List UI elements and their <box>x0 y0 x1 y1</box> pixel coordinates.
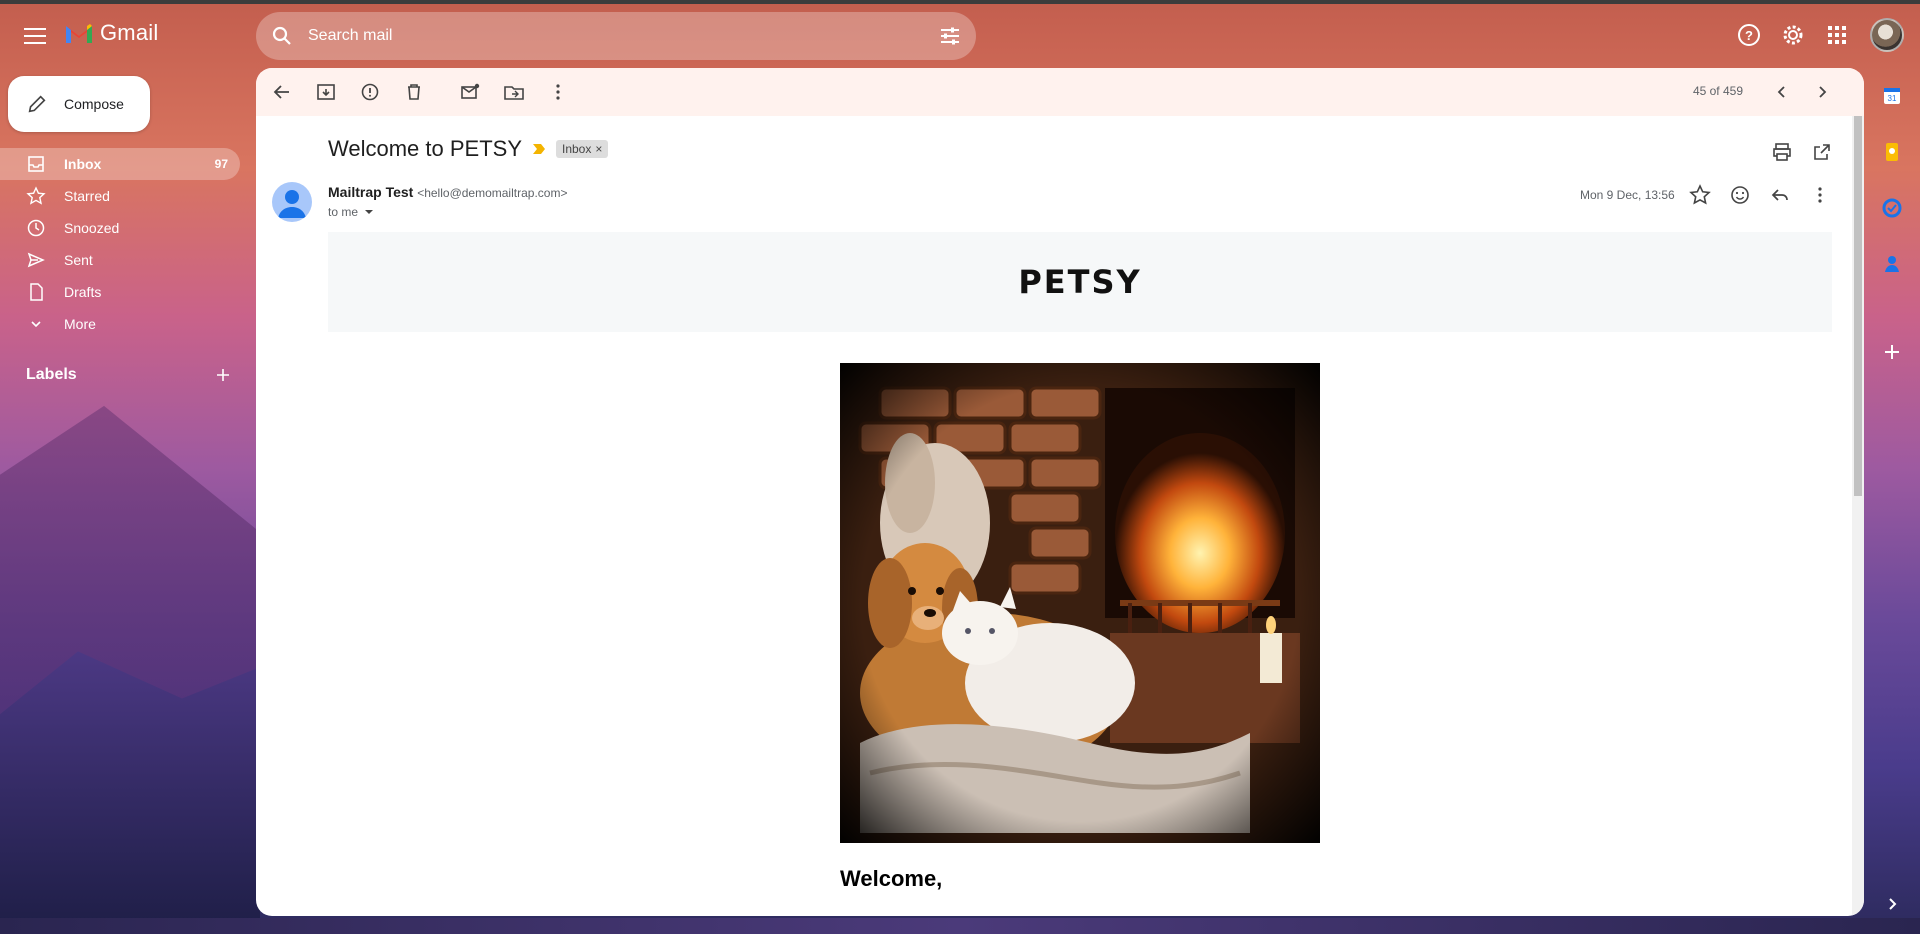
search-bar[interactable]: Search mail <box>256 12 976 60</box>
archive-icon[interactable] <box>314 80 338 104</box>
settings-gear-icon[interactable] <box>1780 22 1806 48</box>
sender-name[interactable]: Mailtrap Test <box>328 184 413 200</box>
add-addon-icon[interactable] <box>1880 340 1904 364</box>
hero-illustration <box>840 363 1320 843</box>
gmail-m-icon <box>66 24 92 43</box>
menu-bar <box>24 35 46 37</box>
gmail-logo[interactable]: Gmail <box>64 20 158 46</box>
apps-grid-icon[interactable] <box>1824 22 1850 48</box>
sender-avatar[interactable] <box>272 182 312 222</box>
app-name: Gmail <box>100 20 159 45</box>
contacts-icon[interactable] <box>1880 252 1904 276</box>
message-scrollbar[interactable] <box>1852 116 1864 916</box>
pagination-text: 45 of 459 <box>1692 84 1743 98</box>
search-icon[interactable] <box>270 24 294 48</box>
background-bottom <box>0 918 1920 934</box>
message-toolbar: 45 of 459 <box>256 68 1864 116</box>
hero-image-dog-cat-fireplace <box>840 363 1320 843</box>
sender-email: <hello@demomailtrap.com> <box>417 186 568 200</box>
sender-line: Mailtrap Test <hello@demomailtrap.com> <box>328 184 567 200</box>
label-chip-inbox[interactable]: Inbox × <box>556 140 609 158</box>
reply-icon[interactable] <box>1768 183 1792 207</box>
menu-bar <box>24 42 46 44</box>
unread-count: 97 <box>214 157 228 171</box>
chevron-right-icon[interactable] <box>1810 80 1834 104</box>
sidebar-item-snoozed[interactable]: Snoozed <box>0 212 240 244</box>
person-icon <box>278 190 306 218</box>
send-icon <box>27 252 45 268</box>
clock-icon <box>27 219 45 237</box>
report-spam-icon[interactable] <box>358 80 382 104</box>
calendar-icon[interactable]: 31 <box>1880 84 1904 108</box>
scrollbar-thumb[interactable] <box>1854 116 1862 496</box>
chevron-left-icon[interactable] <box>1770 80 1794 104</box>
recipient-details[interactable]: to me <box>328 205 374 219</box>
sidebar-item-inbox[interactable]: Inbox 97 <box>0 148 240 180</box>
email-greeting: Welcome, <box>840 866 943 891</box>
message-more-icon[interactable] <box>1808 183 1832 207</box>
subject-row: Welcome to PETSY Inbox × <box>328 136 609 162</box>
importance-marker-icon[interactable] <box>532 143 546 155</box>
remove-label-icon[interactable]: × <box>595 142 602 156</box>
email-subject: Welcome to PETSY <box>328 136 522 161</box>
pencil-icon <box>28 95 46 113</box>
back-arrow-icon[interactable] <box>270 80 294 104</box>
star-icon <box>26 186 46 205</box>
menu-bar <box>24 28 46 30</box>
message-panel: 45 of 459 Welcome to PETSY Inbox × Mailt… <box>256 68 1864 916</box>
sidebar-item-starred[interactable]: Starred <box>0 180 240 212</box>
sidebar-nav: Inbox 97 Starred Snoozed Sent Drafts Mor… <box>0 148 240 340</box>
help-icon[interactable]: ? <box>1736 22 1762 48</box>
inbox-icon <box>28 156 44 172</box>
email-brand-banner: PETSY <box>328 232 1832 332</box>
compose-label: Compose <box>64 96 124 112</box>
sidebar-item-label: Snoozed <box>64 220 120 236</box>
email-date: Mon 9 Dec, 13:56 <box>1580 188 1675 202</box>
search-options-icon[interactable] <box>938 24 962 48</box>
emoji-reaction-icon[interactable] <box>1728 183 1752 207</box>
move-to-folder-icon[interactable] <box>502 80 526 104</box>
search-input[interactable]: Search mail <box>308 27 938 45</box>
window-top-edge <box>0 0 1920 4</box>
sidebar-item-label: Drafts <box>64 284 102 300</box>
sidebar-item-label: More <box>64 316 96 332</box>
labels-header: Labels <box>26 366 232 384</box>
account-avatar[interactable] <box>1870 18 1904 52</box>
delete-trash-icon[interactable] <box>402 80 426 104</box>
compose-button[interactable]: Compose <box>8 76 150 132</box>
svg-text:31: 31 <box>1888 94 1897 103</box>
label-chip-text: Inbox <box>562 142 592 156</box>
more-vertical-icon[interactable] <box>546 80 570 104</box>
mark-unread-icon[interactable] <box>458 80 482 104</box>
svg-text:?: ? <box>1745 28 1753 43</box>
sidebar-item-sent[interactable]: Sent <box>0 244 240 276</box>
sidebar-item-drafts[interactable]: Drafts <box>0 276 240 308</box>
sidebar-item-label: Sent <box>64 252 93 268</box>
draft-icon <box>30 283 43 301</box>
tasks-icon[interactable] <box>1880 196 1904 220</box>
print-icon[interactable] <box>1770 140 1794 164</box>
keep-notes-icon[interactable] <box>1880 140 1904 164</box>
star-outline-icon[interactable] <box>1688 183 1712 207</box>
open-new-window-icon[interactable] <box>1810 140 1834 164</box>
brand-title: PETSY <box>1018 263 1142 301</box>
chevron-down-icon <box>31 321 41 328</box>
sidebar-item-label: Starred <box>64 188 110 204</box>
sidebar-item-label: Inbox <box>64 156 102 172</box>
add-label-icon[interactable] <box>214 366 232 384</box>
sidebar-item-more[interactable]: More <box>0 308 240 340</box>
caret-down-icon[interactable] <box>364 209 374 215</box>
recipient-text: to me <box>328 205 359 219</box>
expand-panel-icon[interactable] <box>1880 892 1904 916</box>
main-menu-button[interactable] <box>20 24 50 48</box>
labels-title: Labels <box>26 366 77 383</box>
